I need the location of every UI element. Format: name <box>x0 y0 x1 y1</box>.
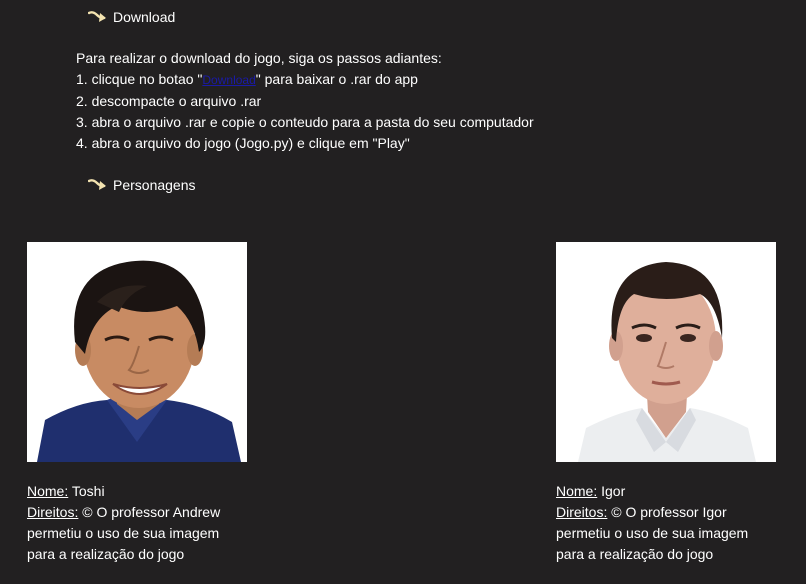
character-photo-toshi <box>27 242 247 462</box>
rights-text-line-1: © O professor Andrew <box>82 504 221 520</box>
character-name-row: Nome: Igor <box>556 481 796 502</box>
character-photo-igor <box>556 242 776 462</box>
instructions-step-3: 3. abra o arquivo .rar e copie o conteud… <box>76 114 534 130</box>
instructions-intro: Para realizar o download do jogo, siga o… <box>76 50 442 66</box>
character-caption-toshi: Nome: Toshi Direitos: © O professor Andr… <box>27 481 267 565</box>
character-rights-row: Direitos: © O professor Andrew <box>27 502 267 523</box>
instructions-step-2: 2. descompacte o arquivo .rar <box>76 93 262 109</box>
rights-label: Direitos: <box>27 504 79 520</box>
name-label: Nome: <box>556 483 598 499</box>
rights-text-line-2: permetiu o uso de sua imagem <box>27 525 220 541</box>
character-name: Igor <box>601 483 626 499</box>
step-1-prefix: 1. clicque no botao " <box>76 71 203 87</box>
download-heading-title: Download <box>113 9 176 25</box>
rights-label: Direitos: <box>556 504 608 520</box>
rights-text-line-3: para a realização do jogo <box>556 546 714 562</box>
download-instructions: Para realizar o download do jogo, siga o… <box>76 48 534 154</box>
characters-heading-title: Personagens <box>113 177 196 193</box>
characters-heading: Personagens <box>88 175 196 195</box>
page: Download Para realizar o download do jog… <box>0 0 806 584</box>
step-1-suffix: " para baixar o .rar do app <box>255 71 418 87</box>
character-caption-igor: Nome: Igor Direitos: © O professor Igor … <box>556 481 796 565</box>
curved-arrow-icon <box>88 10 108 24</box>
character-name: Toshi <box>71 483 105 499</box>
curved-arrow-icon <box>88 178 108 192</box>
rights-text-line-1: © O professor Igor <box>611 504 727 520</box>
download-link[interactable]: Download <box>202 73 255 87</box>
name-label: Nome: <box>27 483 69 499</box>
character-name-row: Nome: Toshi <box>27 481 267 502</box>
character-rights-row: Direitos: © O professor Igor <box>556 502 796 523</box>
download-heading: Download <box>88 7 175 27</box>
instructions-step-4: 4. abra o arquivo do jogo (Jogo.py) e cl… <box>76 135 410 151</box>
rights-text-line-3: para a realização do jogo <box>27 546 185 562</box>
rights-text-line-2: permetiu o uso de sua imagem <box>556 525 749 541</box>
instructions-step-1: 1. clicque no botao "Download" para baix… <box>76 69 534 91</box>
